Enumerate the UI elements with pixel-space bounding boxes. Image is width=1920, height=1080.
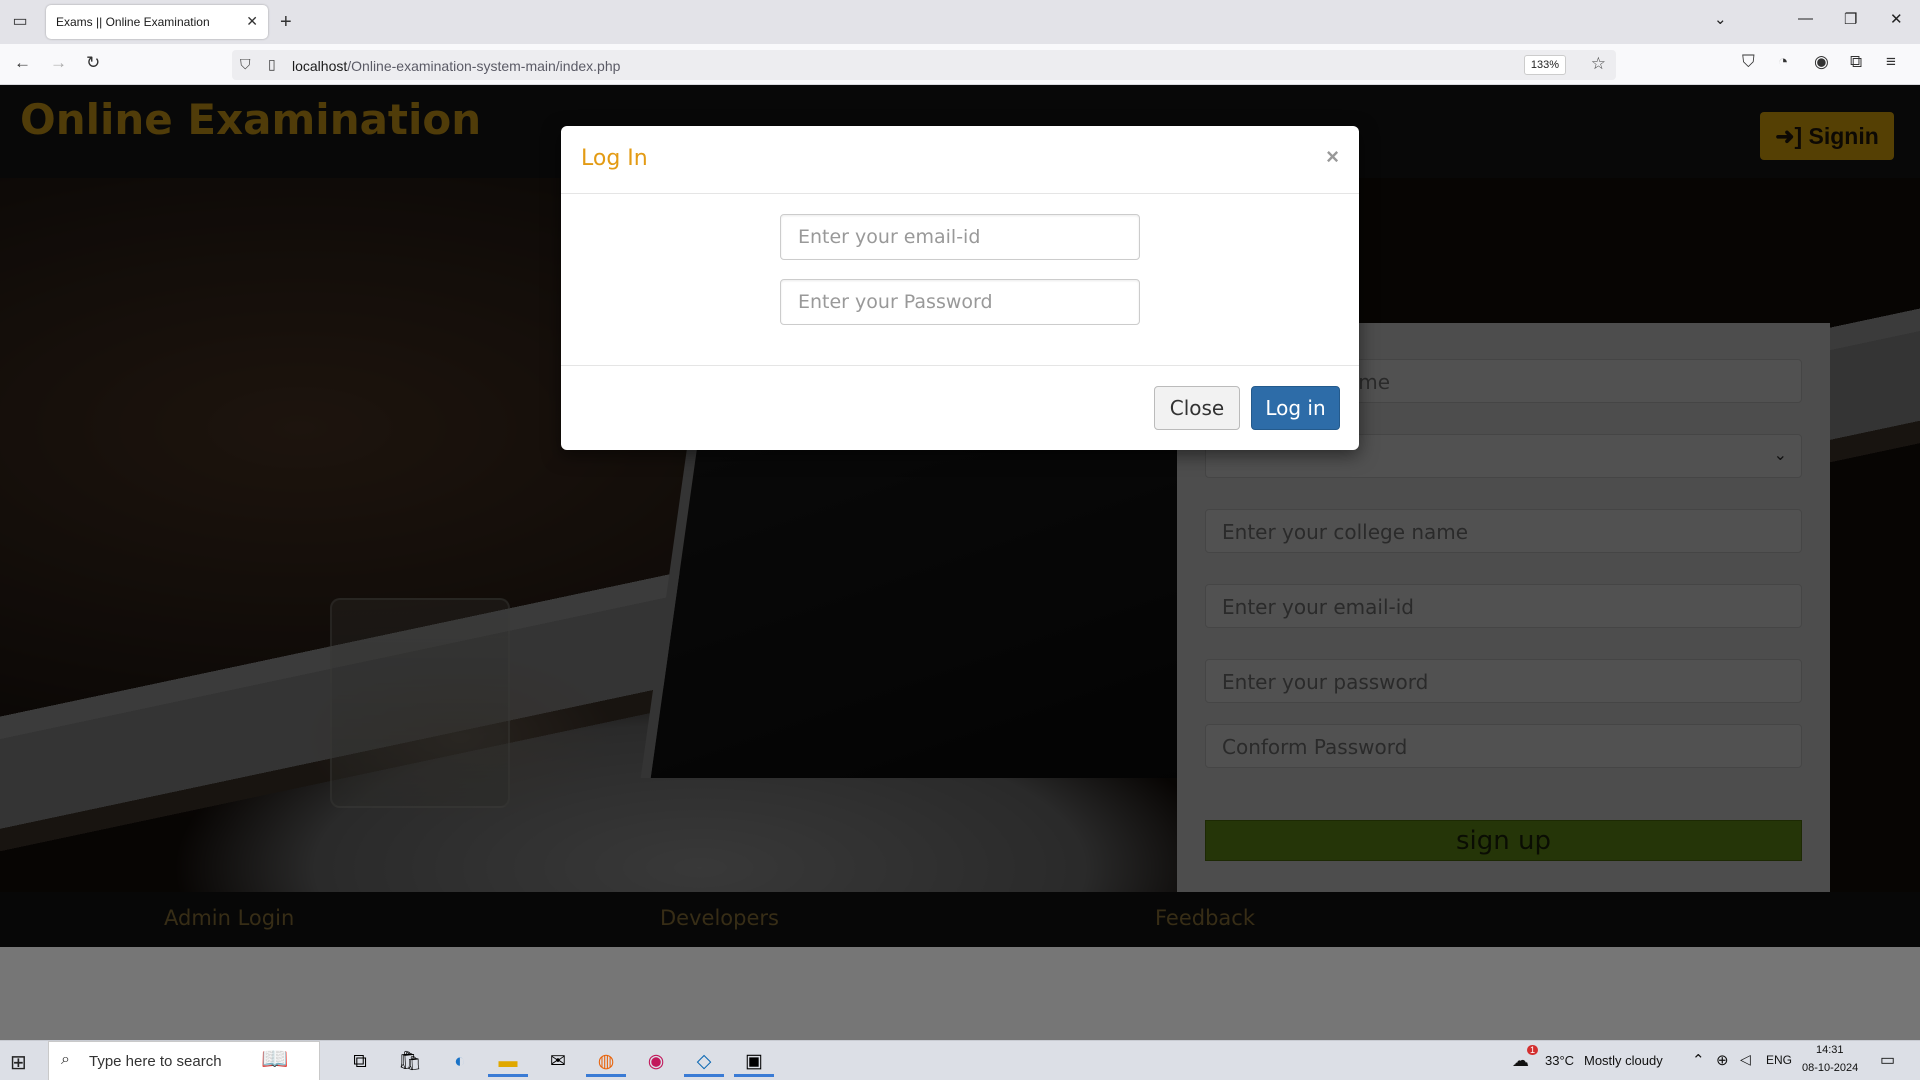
bookmark-star-icon[interactable]: ☆ bbox=[1591, 54, 1606, 74]
new-tab-icon[interactable]: + bbox=[280, 10, 292, 34]
close-button[interactable]: Close bbox=[1154, 386, 1240, 430]
pocket-icon[interactable]: ⛉ bbox=[1742, 52, 1755, 72]
account-icon[interactable]: ◉ bbox=[1814, 52, 1829, 72]
sync-icon[interactable]: ◔ bbox=[1778, 52, 1788, 72]
notifications-icon[interactable]: ▭ bbox=[1880, 1050, 1895, 1070]
recorder-icon[interactable]: ◉ bbox=[636, 1047, 676, 1077]
url-text: localhost/Online-examination-system-main… bbox=[292, 58, 620, 74]
browser-tab-active[interactable]: Exams || Online Examination ✕ bbox=[46, 5, 268, 39]
store-icon[interactable]: 🛍 bbox=[390, 1047, 430, 1077]
mail-icon[interactable]: ✉ bbox=[538, 1047, 578, 1077]
weather-badge: 1 bbox=[1527, 1045, 1539, 1055]
taskbar-search[interactable]: ⌕ Type here to search 📖 bbox=[48, 1041, 320, 1080]
modal-divider bbox=[561, 193, 1359, 194]
weather-icon[interactable]: ☁ bbox=[1512, 1051, 1529, 1071]
temperature[interactable]: 33°C bbox=[1545, 1053, 1574, 1068]
login-email-input[interactable]: Enter your email-id bbox=[780, 214, 1140, 260]
menu-icon[interactable]: ≡ bbox=[1886, 52, 1896, 72]
close-window-icon[interactable]: ✕ bbox=[1890, 10, 1903, 28]
search-placeholder: Type here to search bbox=[89, 1053, 222, 1070]
modal-title: Log In bbox=[581, 146, 648, 171]
windows-taskbar: ⊞ ⌕ Type here to search 📖 ⧉ 🛍 ◐ ▬ ✉ ◍ ◉ … bbox=[0, 1040, 1920, 1080]
photos-icon[interactable]: ▣ bbox=[734, 1047, 774, 1077]
modal-divider-footer bbox=[561, 365, 1359, 366]
url-path: /Online-examination-system-main/index.ph… bbox=[347, 58, 621, 74]
tray-chevron-up-icon[interactable]: ⌃ bbox=[1692, 1051, 1705, 1069]
login-modal: Log In × Enter your email-id Enter your … bbox=[561, 126, 1359, 450]
page-icon: ▯ bbox=[268, 56, 276, 72]
speaker-icon[interactable]: ◁ bbox=[1740, 1051, 1751, 1068]
reload-icon[interactable]: ↻ bbox=[86, 53, 100, 73]
tab-overflow-chevron-icon[interactable]: ⌄ bbox=[1714, 10, 1727, 28]
url-bar[interactable]: ⛉ ▯ localhost/Online-examination-system-… bbox=[232, 50, 1616, 80]
login-button[interactable]: Log in bbox=[1251, 386, 1340, 430]
login-password-input[interactable]: Enter your Password bbox=[780, 279, 1140, 325]
file-explorer-icon[interactable]: ▬ bbox=[488, 1047, 528, 1077]
weather-status[interactable]: Mostly cloudy bbox=[1584, 1053, 1663, 1068]
clock-time[interactable]: 14:31 bbox=[1816, 1044, 1844, 1056]
edge-icon[interactable]: ◐ bbox=[440, 1047, 480, 1077]
back-icon[interactable]: ← bbox=[14, 53, 31, 73]
tab-list-icon[interactable]: ▭ bbox=[8, 10, 32, 34]
firefox-icon[interactable]: ◍ bbox=[586, 1047, 626, 1077]
language-indicator[interactable]: ENG bbox=[1766, 1053, 1792, 1067]
browser-tab-bar: ▭ Exams || Online Examination ✕ + ⌄ — ❐ … bbox=[0, 0, 1920, 44]
windows-start-icon[interactable]: ⊞ bbox=[10, 1050, 27, 1075]
vscode-icon[interactable]: ◇ bbox=[684, 1047, 724, 1077]
restore-icon[interactable]: ❐ bbox=[1844, 10, 1857, 28]
shield-icon[interactable]: ⛉ bbox=[240, 56, 251, 73]
modal-close-icon[interactable]: × bbox=[1326, 144, 1339, 170]
zoom-level[interactable]: 133% bbox=[1523, 55, 1566, 75]
network-icon[interactable]: ⊕ bbox=[1716, 1051, 1729, 1069]
clock-date[interactable]: 08-10-2024 bbox=[1802, 1062, 1858, 1074]
extensions-icon[interactable]: ⧉ bbox=[1850, 52, 1862, 72]
url-host: localhost bbox=[292, 58, 348, 74]
browser-nav-bar: ← → ↻ ⛉ ▯ localhost/Online-examination-s… bbox=[0, 44, 1920, 85]
search-highlight-icon: 📖 bbox=[261, 1046, 289, 1071]
task-view-icon[interactable]: ⧉ bbox=[340, 1047, 380, 1077]
tab-title: Exams || Online Examination bbox=[56, 15, 210, 29]
forward-icon[interactable]: → bbox=[50, 53, 67, 73]
minimize-icon[interactable]: — bbox=[1798, 10, 1813, 27]
tab-close-icon[interactable]: ✕ bbox=[246, 13, 258, 30]
search-icon: ⌕ bbox=[61, 1051, 70, 1068]
